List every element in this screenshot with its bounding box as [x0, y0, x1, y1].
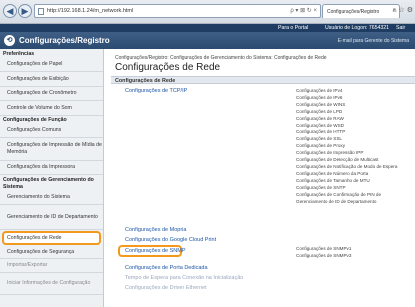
- sidebar-item-common[interactable]: Configurações Comuns: [0, 124, 103, 138]
- back-button[interactable]: ◀: [3, 4, 17, 18]
- list-item: Configurações de IPv4: [296, 88, 343, 93]
- page-title: Configurações de Rede: [115, 62, 221, 73]
- list-item: Configurações de Confirmação de PIN de G…: [296, 191, 382, 204]
- sidebar-item-initialize-settings[interactable]: Iniciar Informações de Configuração: [0, 273, 103, 295]
- sidebar-item-import-export[interactable]: Importar/Exportar: [0, 259, 103, 273]
- list-item: Configurações de SNMPv3: [296, 252, 352, 258]
- admin-mail-link[interactable]: E-mail para Gerente do Sistema: [338, 38, 409, 44]
- sidebar-heading-function: Configurações de Função: [3, 116, 67, 123]
- mopria-settings-link[interactable]: Configurações de Mopria: [125, 227, 186, 233]
- tcpip-settings-link[interactable]: Configurações de TCP/IP: [125, 88, 187, 94]
- browser-tab[interactable]: Configurações/Registro ×: [322, 4, 400, 18]
- app-title: Configurações/Registro: [19, 36, 110, 45]
- tcpip-settings-list: Configurações de IPv4 Configurações de I…: [296, 88, 411, 205]
- top-nav-bar: Para o Portal Usuário de Logon: 7654321 …: [0, 24, 415, 32]
- snmp-settings-list: Configurações de SNMPv1 Configurações de…: [296, 246, 411, 260]
- ethernet-driver-link[interactable]: Configurações de Driver Ethernet: [125, 285, 207, 291]
- main-content: Configurações/Registro: Configurações de…: [105, 49, 415, 307]
- list-item: Configurações de WSD: [296, 122, 345, 128]
- logout-link[interactable]: Sair: [396, 25, 405, 31]
- sidebar-item-printer[interactable]: Configurações da Impressora: [0, 161, 103, 175]
- logon-user-label: Usuário de Logon: 7654321: [325, 25, 390, 31]
- list-item: Configurações de SNMPv1: [296, 246, 352, 251]
- app-logo-icon[interactable]: ⟲: [4, 35, 15, 46]
- home-star-gear-icons[interactable]: ⌂ ☆ ⚙: [392, 6, 413, 14]
- list-item: Configurações de RAW: [296, 115, 344, 121]
- sidebar-item-timer[interactable]: Configurações de Cronômetro: [0, 87, 103, 101]
- sidebar-item-volume[interactable]: Controle de Volume do Som: [0, 101, 103, 116]
- forward-button[interactable]: ▶: [18, 4, 32, 18]
- address-bar[interactable]: http://192.168.1.24/m_network.html ρ ▾ ⊠…: [34, 4, 321, 18]
- list-item: Configurações de LPD: [296, 108, 343, 114]
- list-item: Configurações de IPv6: [296, 94, 343, 100]
- snmp-settings-link[interactable]: Configurações de SNMP: [125, 248, 186, 254]
- list-item: Configurações de SSL: [296, 136, 342, 142]
- sidebar-item-paper[interactable]: Configurações de Papel: [0, 58, 103, 72]
- startup-wait-time-link[interactable]: Tempo de Espera para Conexão na Iniciali…: [125, 275, 243, 281]
- list-item: Configurações de HTTP: [296, 129, 346, 135]
- list-item: Configurações de SNTP: [296, 184, 346, 190]
- dedicated-port-link[interactable]: Configurações de Porta Dedicada: [125, 265, 208, 271]
- list-item: Configurações de Número da Porta: [296, 170, 369, 176]
- sidebar: Preferências Configurações de Papel Conf…: [0, 49, 104, 307]
- list-item: Configurações de Impressão IPP: [296, 150, 364, 156]
- list-item: Configurações de Proxy: [296, 143, 346, 149]
- list-item: Configurações de Detecção de Multicast: [296, 157, 379, 163]
- sidebar-item-network[interactable]: Configurações de Rede: [0, 231, 103, 245]
- section-title: Configurações de Rede: [115, 78, 176, 84]
- sidebar-heading-system-management: Configurações de Gerenciamento do Sistem…: [3, 176, 94, 190]
- tab-title: Configurações/Registro: [327, 9, 380, 15]
- sidebar-item-memory-media-print[interactable]: Configurações de Impressão de Mídia de M…: [0, 138, 103, 161]
- list-item: Configurações de Tamanho de MTU: [296, 177, 370, 183]
- address-tools-icons[interactable]: ρ ▾ ⊠ ↻ ×: [290, 7, 317, 14]
- browser-toolbar: ◀ ▶ http://192.168.1.24/m_network.html ρ…: [0, 0, 415, 24]
- sidebar-item-display[interactable]: Configurações de Exibição: [0, 72, 103, 87]
- list-item: Configurações de WINS: [296, 101, 346, 107]
- portal-link[interactable]: Para o Portal: [278, 25, 308, 31]
- breadcrumb: Configurações/Registro: Configurações de…: [115, 55, 327, 61]
- sidebar-item-system-management[interactable]: Gerenciamento do Sistema: [0, 191, 103, 205]
- sidebar-heading-preferences: Preferências: [3, 50, 35, 57]
- google-cloud-print-link[interactable]: Configurações do Google Cloud Print: [125, 237, 216, 243]
- sidebar-item-department-id[interactable]: Gerenciamento de ID de Departamento: [0, 205, 103, 230]
- section-header: Configurações de Rede: [111, 76, 415, 84]
- app-header: ⟲ Configurações/Registro E-mail para Ger…: [0, 32, 415, 49]
- url-text: http://192.168.1.24/m_network.html: [47, 8, 134, 14]
- sidebar-item-security[interactable]: Configurações de Segurança: [0, 246, 103, 259]
- list-item: Configurações de Notificação de Modo de …: [296, 163, 398, 169]
- page-icon: [38, 8, 44, 15]
